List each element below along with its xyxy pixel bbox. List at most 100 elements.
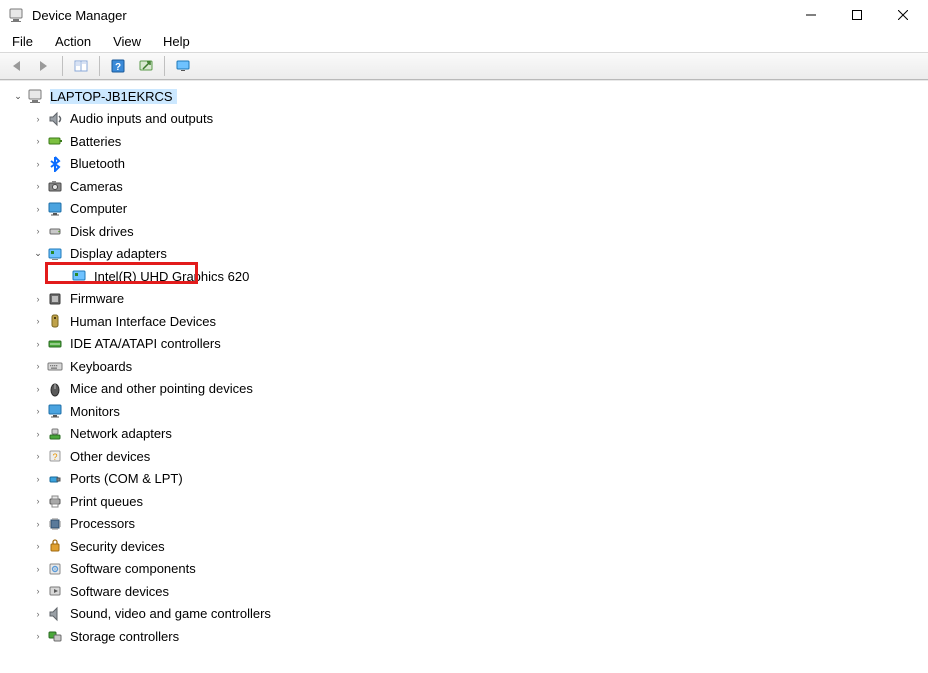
scan-hardware-button[interactable] — [134, 55, 158, 77]
category-software-components[interactable]: › Software components — [8, 558, 928, 581]
tree-item-label: Computer — [70, 201, 131, 216]
category-storage-controllers[interactable]: › Storage controllers — [8, 625, 928, 648]
tree-item-label: IDE ATA/ATAPI controllers — [70, 336, 225, 351]
category-human-interface-devices[interactable]: › Human Interface Devices — [8, 310, 928, 333]
port-icon — [46, 470, 64, 488]
software-device-icon — [46, 582, 64, 600]
device-item-intel-r-uhd-graphics-620[interactable]: ›Intel(R) UHD Graphics 620 — [8, 265, 928, 288]
tree-item-label: Print queues — [70, 494, 147, 509]
audio-icon — [46, 110, 64, 128]
expand-arrow-icon[interactable]: › — [30, 519, 46, 529]
category-firmware[interactable]: › Firmware — [8, 288, 928, 311]
expand-arrow-icon[interactable]: › — [30, 384, 46, 394]
tree-item-label: Human Interface Devices — [70, 314, 220, 329]
expand-arrow-icon[interactable]: › — [30, 339, 46, 349]
expand-arrow-icon[interactable]: › — [30, 541, 46, 551]
storage-icon — [46, 627, 64, 645]
mouse-icon — [46, 380, 64, 398]
category-monitors[interactable]: ›Monitors — [8, 400, 928, 423]
category-mice-and-other-pointing-devices[interactable]: › Mice and other pointing devices — [8, 378, 928, 401]
sound-icon — [46, 605, 64, 623]
software-component-icon — [46, 560, 64, 578]
app-icon — [8, 7, 24, 23]
help-button[interactable] — [106, 55, 130, 77]
tree-item-label: Sound, video and game controllers — [70, 606, 275, 621]
expand-arrow-icon[interactable]: › — [30, 226, 46, 236]
category-batteries[interactable]: › Batteries — [8, 130, 928, 153]
tree-item-label: Bluetooth — [70, 156, 129, 171]
menu-file[interactable]: File — [4, 33, 41, 50]
category-cameras[interactable]: › Cameras — [8, 175, 928, 198]
security-icon — [46, 537, 64, 555]
category-bluetooth[interactable]: › Bluetooth — [8, 153, 928, 176]
printer-icon — [46, 492, 64, 510]
menu-help[interactable]: Help — [155, 33, 198, 50]
expand-arrow-icon[interactable]: › — [30, 474, 46, 484]
expand-arrow-icon[interactable]: › — [30, 159, 46, 169]
category-ide-ata-atapi-controllers[interactable]: › IDE ATA/ATAPI controllers — [8, 333, 928, 356]
monitor-button[interactable] — [171, 55, 195, 77]
toolbar-separator — [164, 56, 165, 76]
category-other-devices[interactable]: › Other devices — [8, 445, 928, 468]
category-security-devices[interactable]: › Security devices — [8, 535, 928, 558]
show-hide-console-tree-button[interactable] — [69, 55, 93, 77]
tree-item-label: Network adapters — [70, 426, 176, 441]
category-ports-com-lpt[interactable]: ›Ports (COM & LPT) — [8, 468, 928, 491]
maximize-button[interactable] — [834, 0, 880, 30]
toolbar-separator — [62, 56, 63, 76]
expand-arrow-icon[interactable]: › — [30, 451, 46, 461]
expand-arrow-icon[interactable]: › — [30, 204, 46, 214]
expand-arrow-icon[interactable]: › — [30, 564, 46, 574]
category-computer[interactable]: › Computer — [8, 198, 928, 221]
expand-arrow-icon[interactable]: › — [30, 429, 46, 439]
category-processors[interactable]: ›Processors — [8, 513, 928, 536]
menu-view[interactable]: View — [105, 33, 149, 50]
processor-icon — [46, 515, 64, 533]
expand-arrow-icon[interactable]: › — [30, 181, 46, 191]
computer-node-icon — [26, 87, 44, 105]
monitor-device-icon — [46, 200, 64, 218]
category-network-adapters[interactable]: › Network adapters — [8, 423, 928, 446]
category-sound-video-and-game-controllers[interactable]: › Sound, video and game controllers — [8, 603, 928, 626]
category-audio-inputs-and-outputs[interactable]: ›Audio inputs and outputs — [8, 108, 928, 131]
tree-item-label: Batteries — [70, 134, 125, 149]
expand-arrow-icon[interactable]: › — [30, 316, 46, 326]
minimize-button[interactable] — [788, 0, 834, 30]
category-laptop-jb1ekrcs[interactable]: ⌄LAPTOP-JB1EKRCS — [8, 85, 928, 108]
menu-action[interactable]: Action — [47, 33, 99, 50]
tree-item-label: Disk drives — [70, 224, 138, 239]
window-title: Device Manager — [32, 8, 127, 23]
tree-item-label: Storage controllers — [70, 629, 183, 644]
display-adapter-icon — [46, 245, 64, 263]
expand-arrow-icon[interactable]: › — [30, 136, 46, 146]
expand-arrow-icon[interactable]: › — [30, 406, 46, 416]
expand-arrow-icon[interactable]: ⌄ — [10, 91, 26, 102]
bluetooth-icon — [46, 155, 64, 173]
back-button[interactable] — [4, 55, 28, 77]
forward-button[interactable] — [32, 55, 56, 77]
network-icon — [46, 425, 64, 443]
tree-item-label: Security devices — [70, 539, 169, 554]
expand-arrow-icon[interactable]: › — [30, 609, 46, 619]
expand-arrow-icon[interactable]: › — [30, 114, 46, 124]
tree-item-label: Software components — [70, 561, 200, 576]
tree-item-label: Keyboards — [70, 359, 136, 374]
expand-arrow-icon[interactable]: › — [30, 586, 46, 596]
tree-item-label: Cameras — [70, 179, 127, 194]
tree-item-label: Other devices — [70, 449, 154, 464]
expand-arrow-icon[interactable]: › — [30, 496, 46, 506]
category-software-devices[interactable]: ›Software devices — [8, 580, 928, 603]
expand-arrow-icon[interactable]: › — [30, 361, 46, 371]
category-display-adapters[interactable]: ⌄Display adapters — [8, 243, 928, 266]
keyboard-icon — [46, 357, 64, 375]
category-keyboards[interactable]: › Keyboards — [8, 355, 928, 378]
category-disk-drives[interactable]: › Disk drives — [8, 220, 928, 243]
expand-arrow-icon[interactable]: › — [30, 631, 46, 641]
close-button[interactable] — [880, 0, 926, 30]
tree-item-label: Mice and other pointing devices — [70, 381, 257, 396]
category-print-queues[interactable]: › Print queues — [8, 490, 928, 513]
expand-arrow-icon[interactable]: ⌄ — [30, 248, 46, 259]
expand-arrow-icon[interactable]: › — [30, 294, 46, 304]
menubar: File Action View Help — [0, 30, 928, 52]
tree-item-label: Firmware — [70, 291, 128, 306]
